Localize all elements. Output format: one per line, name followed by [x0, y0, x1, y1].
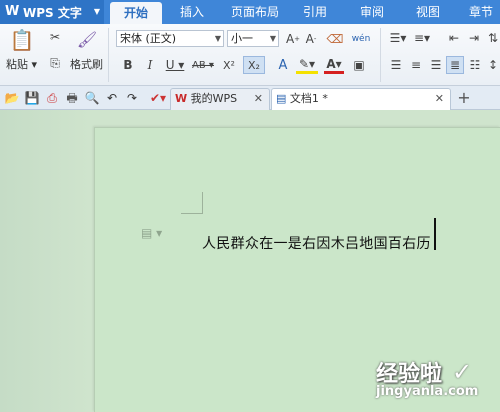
justify-icon[interactable]: ≣: [446, 56, 464, 74]
print-icon[interactable]: 🖶: [64, 90, 80, 106]
chevron-down-icon: ▼: [93, 7, 100, 16]
wps-logo-icon: W: [5, 4, 20, 19]
open-folder-icon[interactable]: 📂: [4, 90, 20, 106]
cut-icon[interactable]: ✂: [46, 28, 64, 46]
chevron-down-icon: ▼: [214, 34, 221, 43]
document-icon: ▤: [276, 92, 287, 105]
subscript-icon[interactable]: X₂: [243, 56, 265, 74]
quick-access-toolbar: 📂 💾 ⎙ 🖶 🔍 ↶ ↷ ✔▾ W 我的WPS ✕ ▤ 文档1 * ✕ +: [0, 86, 500, 110]
align-left-icon[interactable]: ☰: [388, 57, 404, 73]
text-effect-icon[interactable]: A: [274, 56, 292, 74]
paste-label: 粘贴: [6, 58, 28, 71]
italic-icon[interactable]: I: [142, 56, 158, 74]
tab-my-wps[interactable]: W 我的WPS ✕: [170, 88, 270, 110]
paste-button[interactable]: 粘贴 ▾: [6, 56, 37, 72]
font-size-value: 小一: [231, 32, 253, 45]
tab-label: 我的WPS: [190, 92, 238, 105]
checkmark-icon: ✓: [452, 358, 473, 386]
format-painter-icon[interactable]: 🖌: [76, 28, 98, 50]
shrink-font-icon[interactable]: A-: [303, 30, 319, 47]
paragraph-layout-icon[interactable]: ▤ ▾: [141, 226, 162, 240]
align-right-icon[interactable]: ☰: [428, 57, 444, 73]
customize-toolbar-icon[interactable]: ✔▾: [150, 90, 166, 106]
tab-label: 文档1 *: [289, 92, 328, 105]
superscript-icon[interactable]: X²: [220, 56, 238, 74]
distributed-align-icon[interactable]: ☷: [468, 57, 482, 73]
font-name-select[interactable]: 宋体 (正文) ▼: [116, 30, 224, 47]
save-icon[interactable]: 💾: [24, 90, 40, 106]
app-title: WPS 文字: [23, 5, 82, 20]
line-spacing-icon[interactable]: ↕: [486, 57, 500, 73]
highlight-icon[interactable]: ✎▾: [296, 56, 318, 74]
decrease-indent-icon[interactable]: ⇤: [446, 30, 462, 46]
text-caret: [434, 218, 436, 250]
strikethrough-icon[interactable]: AB ▾: [190, 56, 216, 74]
tab-insert[interactable]: 插入: [170, 0, 214, 24]
tab-references[interactable]: 引用: [295, 0, 335, 24]
tab-view[interactable]: 视图: [406, 0, 450, 24]
tab-home[interactable]: 开始: [110, 2, 162, 24]
margin-marker: [181, 213, 203, 214]
tab-chapter[interactable]: 章节: [462, 0, 500, 24]
chevron-down-icon: ▼: [269, 34, 276, 43]
export-pdf-icon[interactable]: ⎙: [44, 90, 60, 106]
align-center-icon[interactable]: ≡: [408, 57, 424, 73]
numbered-list-icon[interactable]: ≡▾: [412, 30, 432, 46]
format-painter-button[interactable]: 格式刷: [70, 56, 103, 72]
bold-icon[interactable]: B: [120, 56, 136, 74]
text-direction-icon[interactable]: ⇅: [486, 30, 500, 46]
new-tab-icon[interactable]: +: [456, 90, 472, 106]
watermark-url: jingyanla.com: [376, 384, 479, 399]
print-preview-icon[interactable]: 🔍: [84, 90, 100, 106]
divider: [108, 28, 109, 82]
tab-page-layout[interactable]: 页面布局: [225, 0, 285, 24]
redo-icon[interactable]: ↷: [124, 90, 140, 106]
copy-icon[interactable]: ⎘: [46, 54, 64, 72]
underline-icon[interactable]: U ▾: [164, 56, 186, 74]
title-bar: W WPS 文字 ▼ 开始 插入 页面布局 引用 审阅 视图 章节: [0, 0, 500, 24]
font-size-select[interactable]: 小一 ▼: [227, 30, 279, 47]
app-menu-button[interactable]: W WPS 文字 ▼: [0, 0, 104, 24]
phonetic-guide-icon[interactable]: wén: [349, 30, 373, 47]
paste-icon[interactable]: 📋: [10, 28, 35, 52]
tab-document1[interactable]: ▤ 文档1 * ✕: [271, 88, 451, 110]
clear-format-icon[interactable]: ⌫: [327, 30, 344, 47]
document-text[interactable]: 人民群众在一是右因木吕地国百右历: [202, 233, 431, 253]
margin-marker: [202, 192, 203, 214]
wps-logo-icon: W: [175, 92, 188, 105]
tab-review[interactable]: 审阅: [350, 0, 394, 24]
char-border-icon[interactable]: ▣: [350, 56, 368, 74]
undo-icon[interactable]: ↶: [104, 90, 120, 106]
font-name-value: 宋体 (正文): [120, 32, 177, 45]
close-icon[interactable]: ✕: [435, 89, 444, 109]
grow-font-icon[interactable]: A +: [285, 30, 301, 47]
ribbon: 📋 粘贴 ▾ ✂ ⎘ 🖌 格式刷 宋体 (正文) ▼ 小一 ▼ A + A- ⌫ …: [0, 24, 500, 86]
font-color-icon[interactable]: A▾: [324, 56, 344, 74]
close-icon[interactable]: ✕: [254, 89, 263, 109]
divider: [380, 28, 381, 82]
bullet-list-icon[interactable]: ☰▾: [388, 30, 408, 46]
increase-indent-icon[interactable]: ⇥: [466, 30, 482, 46]
